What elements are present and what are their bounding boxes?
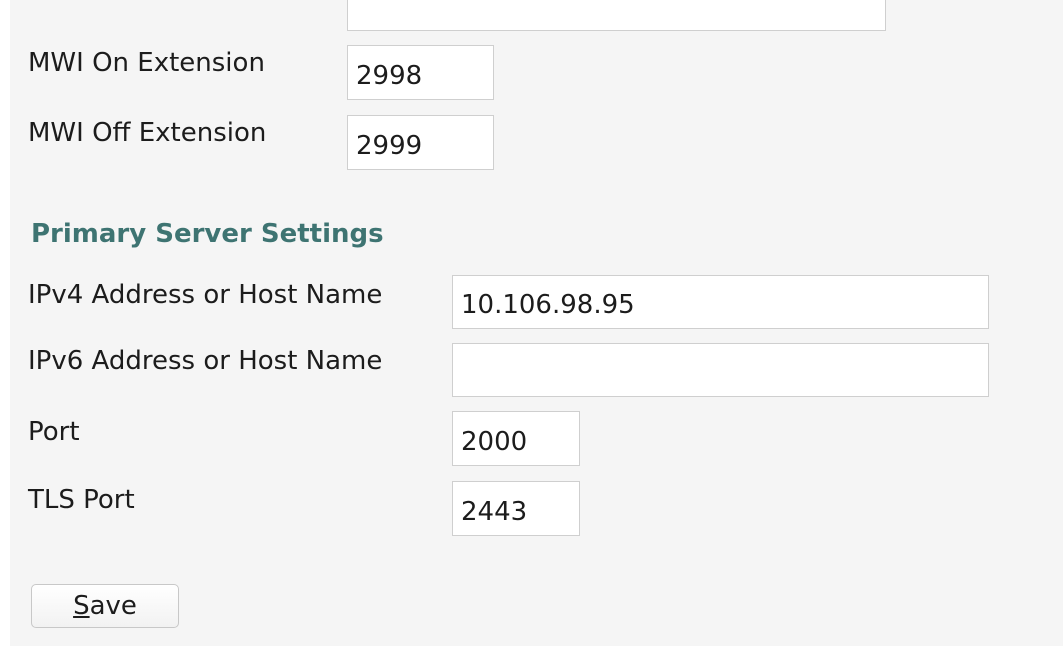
ipv6-address-label: IPv6 Address or Host Name xyxy=(28,346,383,376)
mwi-off-extension-input[interactable] xyxy=(347,115,494,170)
ipv6-address-input[interactable] xyxy=(452,343,989,397)
ipv4-address-input[interactable] xyxy=(452,275,989,329)
mwi-on-extension-input[interactable] xyxy=(347,45,494,100)
save-button[interactable]: Save xyxy=(31,584,179,628)
mwi-on-extension-label: MWI On Extension xyxy=(28,48,265,78)
tls-port-input[interactable] xyxy=(452,481,580,536)
mwi-off-extension-label: MWI Off Extension xyxy=(28,118,267,148)
tls-port-label: TLS Port xyxy=(28,485,135,515)
port-input[interactable] xyxy=(452,411,580,466)
port-label: Port xyxy=(28,417,80,447)
ipv4-address-label: IPv4 Address or Host Name xyxy=(28,280,383,310)
primary-server-settings-heading: Primary Server Settings xyxy=(31,219,384,249)
save-button-label: ave xyxy=(89,591,137,621)
save-button-mnemonic: S xyxy=(73,591,90,621)
top-partial-field[interactable] xyxy=(347,0,886,31)
